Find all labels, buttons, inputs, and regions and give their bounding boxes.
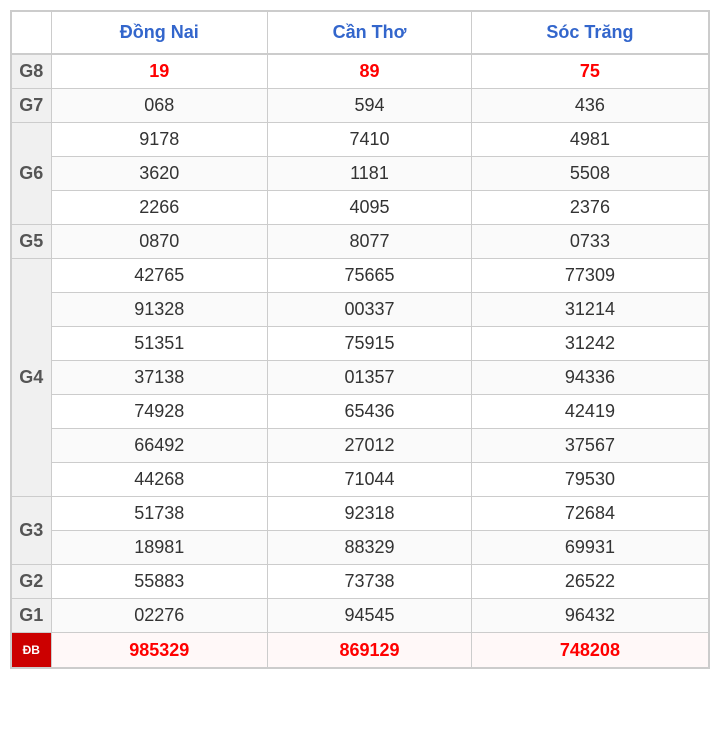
lottery-results-table: Đồng Nai Cần Thơ Sóc Trăng G8198975 G7068… [10, 10, 710, 669]
value-cell: 96432 [471, 599, 709, 633]
value-cell: 37138 [51, 361, 268, 395]
value-cell: 55883 [51, 565, 268, 599]
value-cell: 02276 [51, 599, 268, 633]
value-cell: 4981 [471, 123, 709, 157]
value-cell: 4095 [268, 191, 472, 225]
value-cell: 0733 [471, 225, 709, 259]
value-cell: 69931 [471, 531, 709, 565]
value-cell: 37567 [471, 429, 709, 463]
value-cell: 73738 [268, 565, 472, 599]
value-cell: 51351 [51, 327, 268, 361]
value-cell: 42765 [51, 259, 268, 293]
value-cell: 26522 [471, 565, 709, 599]
value-cell: 88329 [268, 531, 472, 565]
value-cell: 00337 [268, 293, 472, 327]
value-cell: 44268 [51, 463, 268, 497]
special-prize-value: 869129 [268, 633, 472, 669]
value-cell: 51738 [51, 497, 268, 531]
value-cell: 42419 [471, 395, 709, 429]
value-cell: 94336 [471, 361, 709, 395]
row-label-g6: G6 [11, 123, 51, 225]
value-cell: 79530 [471, 463, 709, 497]
header-soc-trang: Sóc Trăng [471, 11, 709, 54]
value-cell: 1181 [268, 157, 472, 191]
value-cell: 594 [268, 89, 472, 123]
value-cell: 3620 [51, 157, 268, 191]
value-cell: 75915 [268, 327, 472, 361]
header-empty [11, 11, 51, 54]
value-cell: 31242 [471, 327, 709, 361]
value-cell: 436 [471, 89, 709, 123]
value-cell: 91328 [51, 293, 268, 327]
value-cell: 92318 [268, 497, 472, 531]
row-label-g8: G8 [11, 54, 51, 89]
value-cell: 72684 [471, 497, 709, 531]
row-label-g3: G3 [11, 497, 51, 565]
value-cell: 01357 [268, 361, 472, 395]
value-cell: 71044 [268, 463, 472, 497]
special-prize-value: 748208 [471, 633, 709, 669]
row-label-g5: G5 [11, 225, 51, 259]
value-cell: 2266 [51, 191, 268, 225]
header-dong-nai: Đồng Nai [51, 11, 268, 54]
value-cell: 19 [51, 54, 268, 89]
value-cell: 65436 [268, 395, 472, 429]
special-prize-value: 985329 [51, 633, 268, 669]
row-label-g1: G1 [11, 599, 51, 633]
row-label-g4: G4 [11, 259, 51, 497]
value-cell: 75 [471, 54, 709, 89]
value-cell: 068 [51, 89, 268, 123]
value-cell: 0870 [51, 225, 268, 259]
value-cell: 77309 [471, 259, 709, 293]
value-cell: 5508 [471, 157, 709, 191]
row-label-g7: G7 [11, 89, 51, 123]
value-cell: 27012 [268, 429, 472, 463]
value-cell: 75665 [268, 259, 472, 293]
row-label-special: ĐB [11, 633, 51, 669]
value-cell: 31214 [471, 293, 709, 327]
value-cell: 74928 [51, 395, 268, 429]
value-cell: 94545 [268, 599, 472, 633]
value-cell: 66492 [51, 429, 268, 463]
header-can-tho: Cần Thơ [268, 11, 472, 54]
row-label-g2: G2 [11, 565, 51, 599]
value-cell: 9178 [51, 123, 268, 157]
value-cell: 8077 [268, 225, 472, 259]
value-cell: 2376 [471, 191, 709, 225]
value-cell: 18981 [51, 531, 268, 565]
value-cell: 89 [268, 54, 472, 89]
value-cell: 7410 [268, 123, 472, 157]
